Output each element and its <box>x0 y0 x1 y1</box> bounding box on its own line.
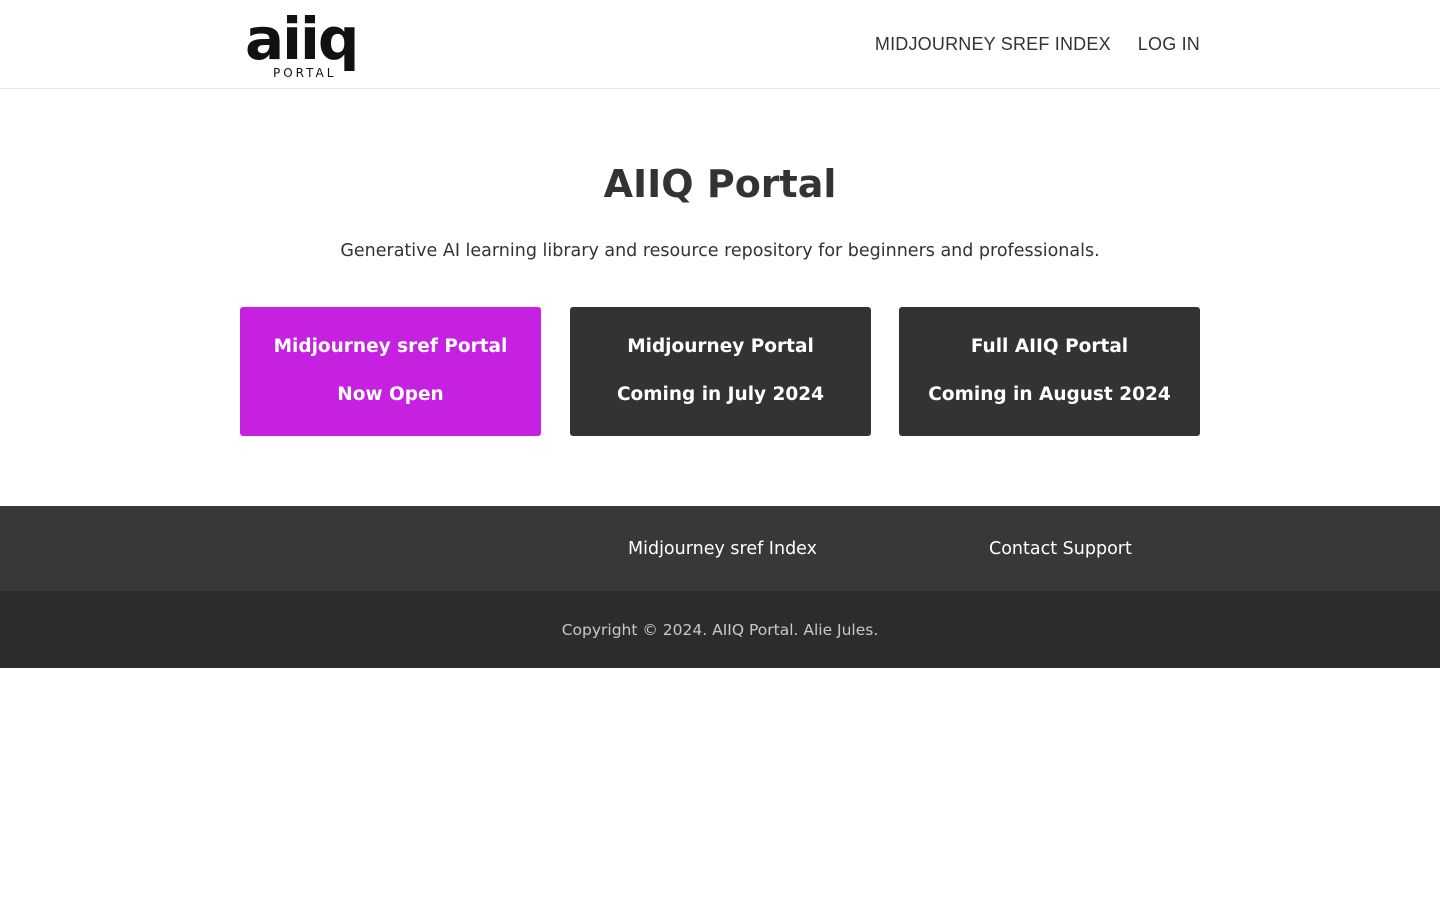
logo-subtitle: PORTAL <box>273 66 337 80</box>
card-midjourney-sref-portal[interactable]: Midjourney sref Portal Now Open <box>240 307 541 436</box>
card-full-aiiq-portal[interactable]: Full AIIQ Portal Coming in August 2024 <box>899 307 1200 436</box>
page-title: AIIQ Portal <box>603 162 837 206</box>
page-subtitle: Generative AI learning library and resou… <box>340 241 1100 261</box>
nav-link-midjourney-sref-index[interactable]: MIDJOURNEY SREF INDEX <box>875 34 1111 55</box>
site-header: aiiq PORTAL MIDJOURNEY SREF INDEX LOG IN <box>0 0 1440 89</box>
card-midjourney-portal[interactable]: Midjourney Portal Coming in July 2024 <box>570 307 871 436</box>
card-title: Midjourney Portal <box>627 336 814 357</box>
footer-bottom: Copyright © 2024. AIIQ Portal. Alie Jule… <box>0 591 1440 668</box>
card-status: Now Open <box>337 384 444 405</box>
footer-link-contact-support[interactable]: Contact Support <box>989 506 1132 591</box>
card-title: Midjourney sref Portal <box>273 336 508 357</box>
card-status: Coming in July 2024 <box>616 384 825 405</box>
copyright-text: Copyright © 2024. AIIQ Portal. Alie Jule… <box>561 620 879 639</box>
portal-cards: Midjourney sref Portal Now Open Midjourn… <box>240 307 1200 436</box>
logo-wordmark: aiiq <box>245 5 359 73</box>
nav-link-log-in[interactable]: LOG IN <box>1138 34 1200 55</box>
footer-link-midjourney-sref-index[interactable]: Midjourney sref Index <box>628 506 817 591</box>
hero-section: AIIQ Portal Generative AI learning libra… <box>0 89 1440 264</box>
main-nav: MIDJOURNEY SREF INDEX LOG IN <box>875 0 1200 89</box>
site-logo[interactable]: aiiq PORTAL <box>245 10 365 80</box>
card-status: Coming in August 2024 <box>928 384 1171 405</box>
card-title: Full AIIQ Portal <box>970 336 1129 357</box>
footer-nav: Midjourney sref Index Contact Support <box>0 506 1440 591</box>
